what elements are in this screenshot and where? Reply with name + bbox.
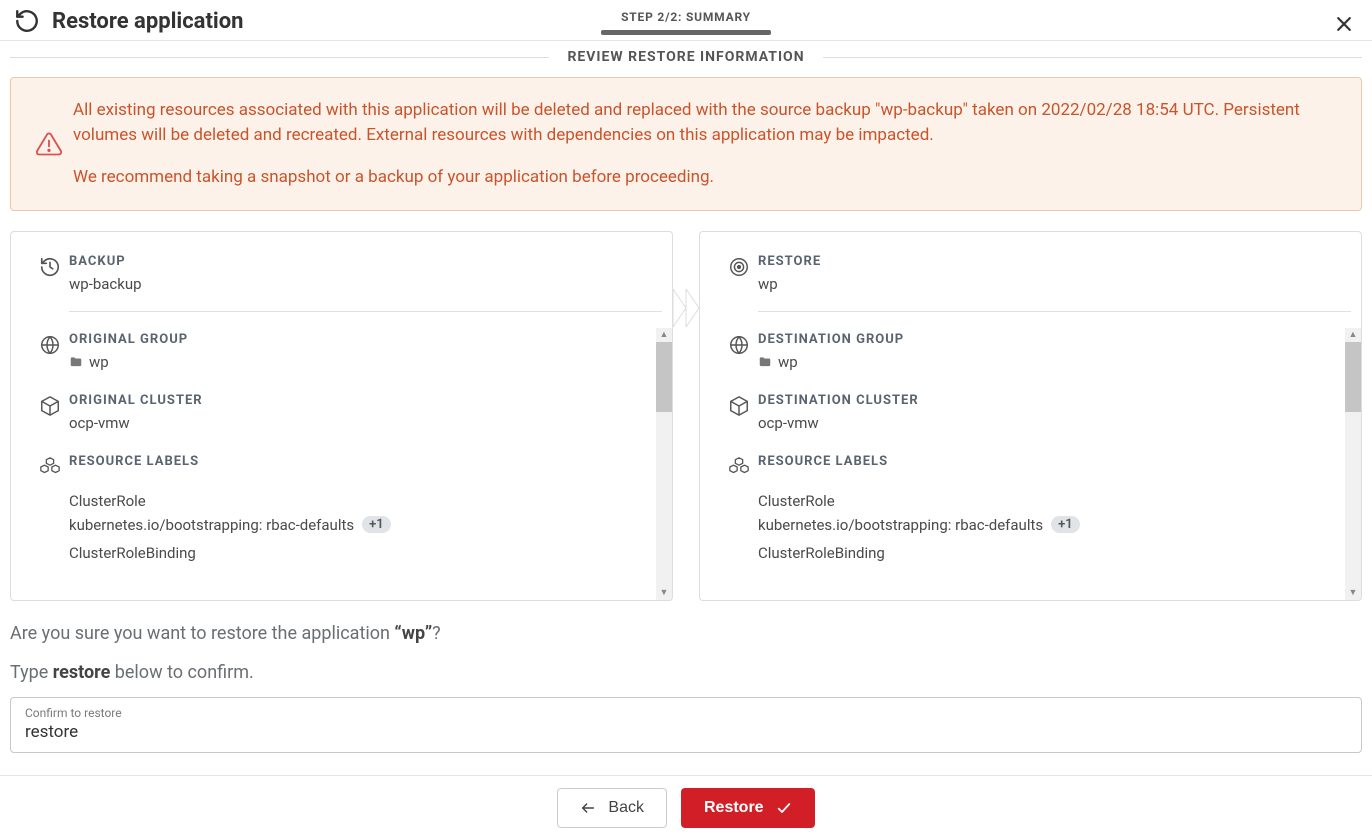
confirm-section: Are you sure you want to restore the app… [0, 611, 1372, 753]
resource-item: ClusterRole kubernetes.io/bootstrapping:… [69, 492, 662, 534]
step-progress-bar [601, 30, 771, 35]
destination-group-row: DESTINATION GROUP wp [728, 326, 1351, 377]
resource-clusterrolebinding-title: ClusterRoleBinding [69, 544, 662, 562]
destination-cluster-label: DESTINATION CLUSTER [758, 393, 1351, 408]
confirm-instruction: Type restore below to confirm. [10, 662, 1362, 683]
warning-alert: All existing resources associated with t… [10, 77, 1362, 211]
restore-row: RESTORE wp [728, 248, 1351, 299]
scrollbar[interactable]: ▲ ▼ [656, 328, 672, 600]
resource-labels-row: RESOURCE LABELS [39, 448, 662, 484]
resource-labels-row: RESOURCE LABELS [728, 448, 1351, 484]
restore-value: wp [758, 275, 1351, 293]
globe-icon [728, 334, 758, 356]
backup-panel: BACKUP wp-backup ORIGINAL GROUP wp [10, 231, 673, 601]
confirm-input-label: Confirm to restore [25, 706, 1347, 720]
scrollbar[interactable]: ▲ ▼ [1345, 328, 1361, 600]
backup-value: wp-backup [69, 275, 662, 293]
scroll-up-icon[interactable]: ▲ [1349, 328, 1358, 342]
scrollbar-thumb[interactable] [1345, 342, 1361, 412]
scroll-up-icon[interactable]: ▲ [660, 328, 669, 342]
close-icon[interactable] [1334, 14, 1354, 34]
section-title: REVIEW RESTORE INFORMATION [0, 41, 1372, 77]
count-badge: +1 [1051, 516, 1080, 533]
restore-button[interactable]: Restore [681, 788, 815, 828]
divider-line [823, 57, 1362, 58]
original-cluster-label: ORIGINAL CLUSTER [69, 393, 662, 408]
original-cluster-row: ORIGINAL CLUSTER ocp-vmw [39, 387, 662, 438]
honeycomb-icon [728, 456, 758, 478]
resource-item: ClusterRoleBinding [69, 544, 662, 562]
count-badge: +1 [362, 516, 391, 533]
section-title-text: REVIEW RESTORE INFORMATION [549, 49, 822, 65]
restore-label: RESTORE [758, 254, 1351, 269]
resource-clusterrole-title: ClusterRole [69, 492, 662, 510]
dialog-footer: Back Restore [0, 775, 1372, 840]
step-indicator: STEP 2/2: SUMMARY [601, 10, 771, 35]
confirm-question: Are you sure you want to restore the app… [10, 623, 1362, 644]
scrollbar-thumb[interactable] [656, 342, 672, 412]
original-group-value: wp [69, 353, 662, 371]
honeycomb-icon [39, 456, 69, 478]
resource-clusterrole-title: ClusterRole [758, 492, 1351, 510]
destination-group-value: wp [758, 353, 1351, 371]
back-button[interactable]: Back [557, 788, 667, 828]
header-left: Restore application [14, 8, 243, 34]
destination-cluster-value: ocp-vmw [758, 414, 1351, 432]
restore-panel: RESTORE wp DESTINATION GROUP wp [699, 231, 1362, 601]
destination-group-label: DESTINATION GROUP [758, 332, 1351, 347]
divider [69, 311, 662, 312]
divider [758, 311, 1351, 312]
dialog-header: Restore application STEP 2/2: SUMMARY [0, 0, 1372, 41]
restore-icon [14, 8, 40, 34]
dialog-title: Restore application [52, 9, 243, 34]
backup-row: BACKUP wp-backup [39, 248, 662, 299]
resource-clusterrole-detail: kubernetes.io/bootstrapping: rbac-defaul… [758, 516, 1351, 534]
alert-line1: All existing resources associated with t… [73, 98, 1337, 147]
original-group-label: ORIGINAL GROUP [69, 332, 662, 347]
resource-item: ClusterRoleBinding [758, 544, 1351, 562]
step-text: STEP 2/2: SUMMARY [601, 10, 771, 24]
check-icon [776, 800, 792, 816]
original-cluster-value: ocp-vmw [69, 414, 662, 432]
target-icon [728, 256, 758, 278]
cube-icon [39, 395, 69, 417]
warning-icon [35, 130, 63, 158]
connector-arrow-icon [673, 289, 699, 327]
resource-labels-label: RESOURCE LABELS [69, 454, 662, 469]
resource-item: ClusterRole kubernetes.io/bootstrapping:… [758, 492, 1351, 534]
folder-icon [69, 355, 83, 369]
resource-clusterrolebinding-title: ClusterRoleBinding [758, 544, 1351, 562]
confirm-input-wrapper[interactable]: Confirm to restore [10, 697, 1362, 753]
history-icon [39, 256, 69, 278]
divider-line [10, 57, 549, 58]
summary-panels: BACKUP wp-backup ORIGINAL GROUP wp [0, 211, 1372, 611]
scroll-down-icon[interactable]: ▼ [1349, 586, 1358, 600]
resource-clusterrole-detail: kubernetes.io/bootstrapping: rbac-defaul… [69, 516, 662, 534]
confirm-input[interactable] [25, 722, 1347, 742]
alert-line2: We recommend taking a snapshot or a back… [73, 165, 1337, 190]
globe-icon [39, 334, 69, 356]
arrow-left-icon [580, 800, 596, 816]
backup-label: BACKUP [69, 254, 662, 269]
original-group-row: ORIGINAL GROUP wp [39, 326, 662, 377]
cube-icon [728, 395, 758, 417]
destination-cluster-row: DESTINATION CLUSTER ocp-vmw [728, 387, 1351, 438]
folder-icon [758, 355, 772, 369]
scroll-down-icon[interactable]: ▼ [660, 586, 669, 600]
resource-labels-label: RESOURCE LABELS [758, 454, 1351, 469]
